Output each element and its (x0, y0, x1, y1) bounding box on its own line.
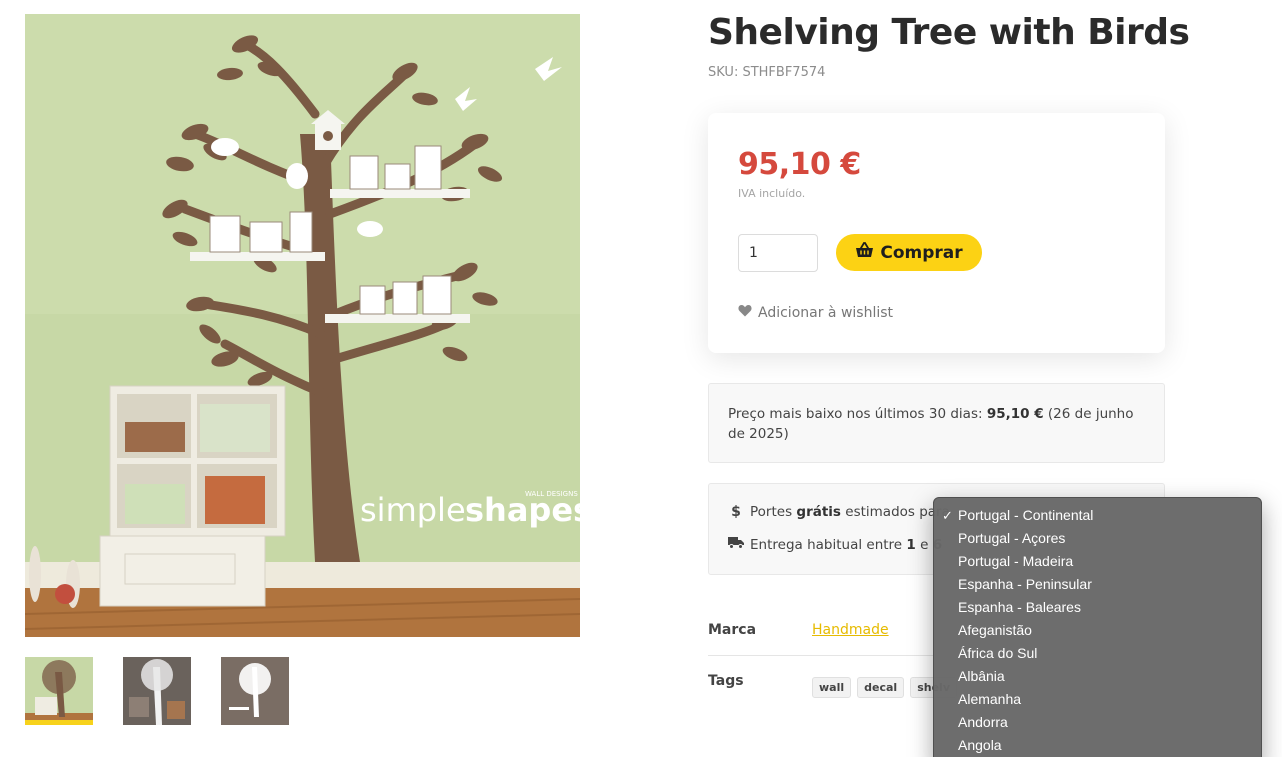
tags-label: Tags (708, 673, 744, 689)
country-option-label: Afeganistão (958, 622, 1032, 638)
country-option-label: Espanha - Baleares (958, 599, 1081, 615)
brand-watermark-light: simple (360, 491, 466, 529)
country-option-label: Portugal - Madeira (958, 553, 1074, 569)
delivery-prefix: Entrega habitual entre (750, 536, 907, 553)
country-option-label: Albânia (958, 668, 1005, 684)
product-title: Shelving Tree with Birds (708, 12, 1190, 53)
country-option-label: Espanha - Peninsular (958, 576, 1092, 592)
country-option[interactable]: Alemanha (934, 688, 1261, 711)
country-option-label: Angola (958, 737, 1002, 753)
brand-label: Marca (708, 622, 757, 638)
basket-icon (855, 242, 874, 263)
country-option[interactable]: ✓ Portugal - Continental (934, 504, 1261, 527)
country-option-label: Andorra (958, 714, 1008, 730)
product-main-image[interactable]: simple shapes WALL DESIGNS (25, 14, 580, 637)
country-option[interactable]: Espanha - Baleares (934, 596, 1261, 619)
country-option[interactable]: Espanha - Peninsular (934, 573, 1261, 596)
thumbnail-3[interactable] (221, 657, 289, 725)
wishlist-label: Adicionar à wishlist (758, 304, 894, 321)
delivery-time-line: Entrega habitual entre 1 e 6 (728, 536, 942, 553)
dollar-icon: $ (731, 504, 741, 520)
buy-button-label: Comprar (880, 242, 963, 263)
country-option[interactable]: Albânia (934, 665, 1261, 688)
buy-button[interactable]: Comprar (836, 234, 982, 271)
lowest-price-value: 95,10 € (986, 406, 1044, 422)
truck-icon (728, 536, 744, 553)
country-option-label: Alemanha (958, 691, 1022, 707)
tag-decal[interactable]: decal (857, 677, 905, 698)
thumbnail-2[interactable] (123, 657, 191, 725)
buy-box: 95,10 € IVA incluído. Comprar Adicionar … (708, 113, 1165, 353)
heart-icon (738, 304, 752, 321)
country-option[interactable]: Portugal - Madeira (934, 550, 1261, 573)
add-to-wishlist-link[interactable]: Adicionar à wishlist (738, 304, 893, 321)
checkmark-icon: ✓ (942, 508, 953, 523)
country-dropdown-list[interactable]: ✓ Portugal - Continental Portugal - Açore… (933, 497, 1262, 757)
lowest-price-prefix: Preço mais baixo nos últimos 30 dias: (728, 406, 987, 422)
country-option[interactable]: Afeganistão (934, 619, 1261, 642)
lowest-price-box: Preço mais baixo nos últimos 30 dias: 95… (708, 383, 1165, 463)
thumbnail-1[interactable] (25, 657, 93, 725)
product-price: 95,10 € (738, 147, 861, 182)
country-option[interactable]: África do Sul (934, 642, 1261, 665)
product-thumbnails (25, 657, 319, 725)
delivery-time-text: Entrega habitual entre 1 e 6 (750, 537, 942, 553)
brand-watermark-sub: WALL DESIGNS (525, 490, 578, 498)
quantity-input[interactable] (738, 234, 818, 272)
shipping-cost-line: $ Portes grátis estimados para (728, 504, 950, 520)
tag-wall[interactable]: wall (812, 677, 852, 698)
shelving-tree-photo: simple shapes WALL DESIGNS (25, 14, 580, 637)
country-option-label: Portugal - Continental (958, 507, 1094, 523)
country-option[interactable]: Portugal - Açores (934, 527, 1261, 550)
delivery-mid: e (915, 536, 933, 553)
shipping-cost-free: grátis (796, 504, 841, 520)
brand-link[interactable]: Handmade (812, 622, 889, 638)
vat-note: IVA incluído. (738, 187, 806, 200)
product-sku: SKU: STHFBF7574 (708, 65, 826, 80)
delivery-min-days: 1 (906, 536, 916, 553)
shipping-cost-text: Portes grátis estimados para (750, 504, 950, 520)
shipping-cost-prefix: Portes (750, 504, 797, 520)
country-option-label: África do Sul (958, 645, 1038, 661)
country-option[interactable]: Andorra (934, 711, 1261, 734)
country-option-label: Portugal - Açores (958, 530, 1066, 546)
country-option[interactable]: Angola (934, 734, 1261, 757)
